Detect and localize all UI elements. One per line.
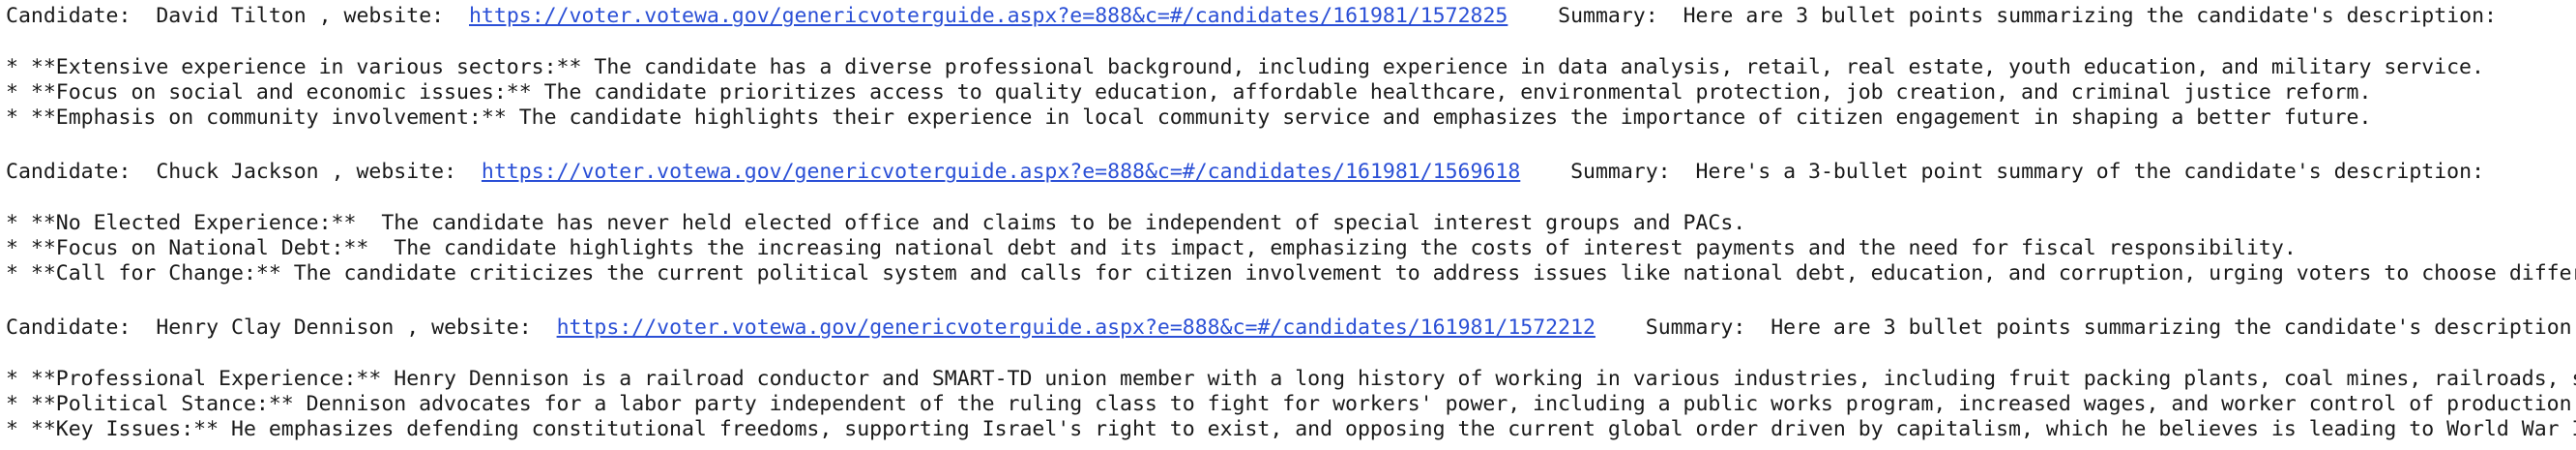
summary-bullet: * **Focus on National Debt:** The candid…: [6, 236, 2297, 260]
summary-bullet: * **Political Stance:** Dennison advocat…: [6, 392, 2576, 416]
candidate-label: Candidate:: [6, 4, 132, 28]
summary-intro: Here are 3 bullet points summarizing the…: [1683, 4, 2497, 28]
website-label: , website:: [331, 160, 457, 184]
candidate-name: Henry Clay Dennison: [156, 315, 395, 340]
candidate-website-link[interactable]: https://voter.votewa.gov/genericvotergui…: [557, 315, 1595, 340]
candidate-name: Chuck Jackson: [156, 160, 319, 184]
summary-bullet: * **Focus on social and economic issues:…: [6, 80, 2372, 105]
summary-label: Summary:: [1558, 4, 1658, 28]
candidate-header: Candidate: Chuck Jackson , website: http…: [6, 160, 2576, 185]
summary-label: Summary:: [1570, 160, 1671, 184]
summary-bullet: * **Call for Change:** The candidate cri…: [6, 261, 2576, 285]
summary-bullet: * **Extensive experience in various sect…: [6, 55, 2484, 79]
candidate-name: David Tilton: [156, 4, 307, 28]
summary-bullet: * **Key Issues:** He emphasizes defendin…: [6, 417, 2576, 441]
summary-bullet: * **No Elected Experience:** The candida…: [6, 211, 1746, 235]
summary-bullet: * **Emphasis on community involvement:**…: [6, 105, 2372, 130]
candidate-summary-output: Candidate: David Tilton , website: https…: [6, 4, 2576, 442]
summary-intro: Here are 3 bullet points summarizing the…: [1771, 315, 2576, 340]
candidate-website-link[interactable]: https://voter.votewa.gov/genericvotergui…: [482, 160, 1520, 184]
candidate-website-link[interactable]: https://voter.votewa.gov/genericvotergui…: [469, 4, 1508, 28]
candidate-label: Candidate:: [6, 160, 132, 184]
summary-label: Summary:: [1645, 315, 1746, 340]
candidate-label: Candidate:: [6, 315, 132, 340]
website-label: , website:: [318, 4, 445, 28]
candidate-header: Candidate: Henry Clay Dennison , website…: [6, 315, 2576, 341]
candidate-header: Candidate: David Tilton , website: https…: [6, 4, 2576, 29]
summary-bullet: * **Professional Experience:** Henry Den…: [6, 367, 2576, 391]
summary-intro: Here's a 3-bullet point summary of the c…: [1695, 160, 2485, 184]
website-label: , website:: [406, 315, 532, 340]
